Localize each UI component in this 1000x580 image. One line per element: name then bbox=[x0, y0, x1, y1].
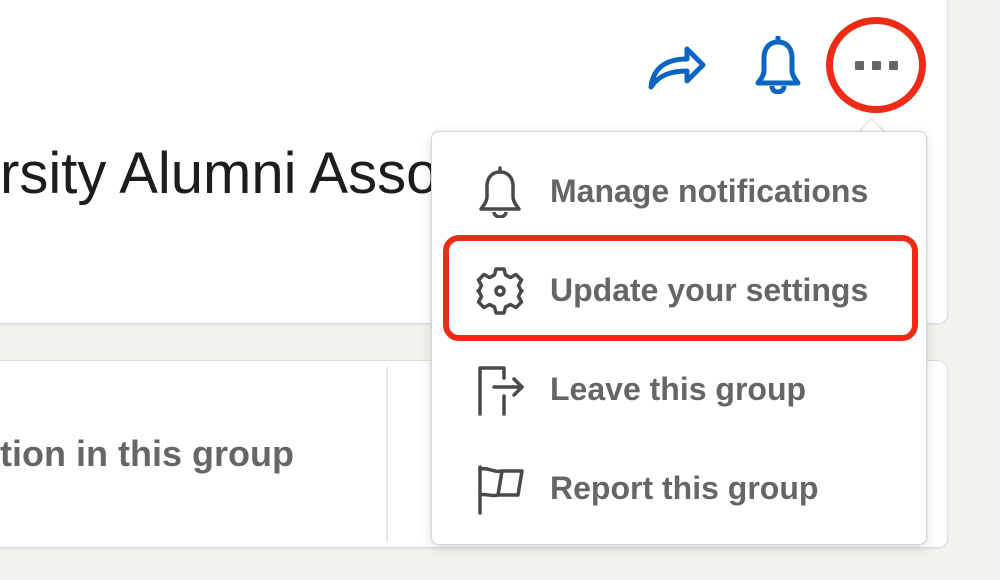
menu-item-update-settings[interactable]: Update your settings bbox=[432, 241, 926, 340]
menu-item-label: Manage notifications bbox=[550, 173, 869, 209]
bell-icon bbox=[472, 164, 528, 220]
menu-item-leave-group[interactable]: Leave this group bbox=[432, 340, 926, 439]
share-icon bbox=[648, 46, 706, 90]
bell-icon bbox=[755, 36, 801, 94]
menu-item-label: Leave this group bbox=[550, 371, 807, 407]
screen: rsity Alumni Asso tion in this group Man… bbox=[0, 0, 1000, 580]
flag-icon bbox=[472, 461, 528, 517]
group-title: rsity Alumni Asso bbox=[0, 141, 439, 206]
card-divider bbox=[386, 367, 388, 541]
menu-item-label: Update your settings bbox=[550, 272, 869, 308]
menu-item-manage-notifications[interactable]: Manage notifications bbox=[432, 142, 926, 241]
gear-icon bbox=[472, 263, 528, 319]
leave-group-icon bbox=[472, 362, 528, 418]
group-tab-label[interactable]: tion in this group bbox=[0, 432, 294, 476]
notifications-button[interactable] bbox=[745, 32, 811, 98]
share-button[interactable] bbox=[640, 36, 714, 98]
menu-item-report-group[interactable]: Report this group bbox=[432, 439, 926, 538]
more-options-menu: Manage notifications Update your setting… bbox=[431, 131, 927, 545]
more-options-button[interactable] bbox=[826, 17, 926, 113]
menu-item-label: Report this group bbox=[550, 470, 819, 506]
more-horizontal-icon bbox=[854, 60, 898, 70]
